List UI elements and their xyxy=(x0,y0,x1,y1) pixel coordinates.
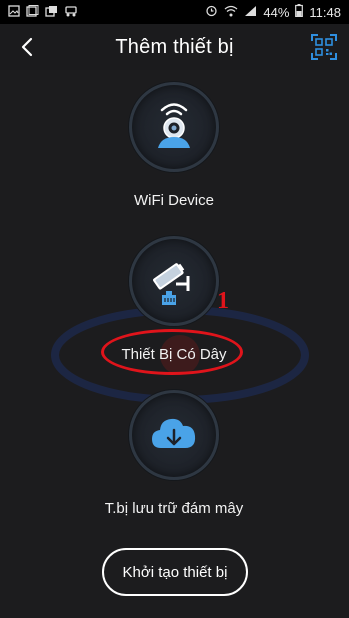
back-button[interactable] xyxy=(12,31,42,63)
option-circle xyxy=(129,390,219,480)
option-label: T.bị lưu trữ đám mây xyxy=(104,500,244,517)
wired-camera-icon xyxy=(153,263,190,305)
battery-icon xyxy=(295,4,304,20)
annotation-number: 1 xyxy=(217,288,229,314)
alarm-icon xyxy=(205,4,218,20)
qr-scan-icon xyxy=(311,34,337,60)
status-time: 11:48 xyxy=(309,4,341,20)
chevron-left-icon xyxy=(21,37,33,57)
status-bar: 44% 11:48 xyxy=(0,0,349,24)
status-left xyxy=(8,4,78,20)
option-cloud-storage[interactable]: T.bị lưu trữ đám mây xyxy=(74,390,274,517)
status-right: 44% 11:48 xyxy=(205,4,341,20)
signal-icon xyxy=(244,5,257,20)
option-wifi-device[interactable]: WiFi Device xyxy=(74,82,274,209)
option-circle xyxy=(129,236,219,326)
app-bar: Thêm thiết bị xyxy=(0,24,349,70)
main-content: WiFi Device Thiết Bị Có Dây T.bị lưu trữ… xyxy=(0,70,349,618)
option-circle xyxy=(129,82,219,172)
init-device-button[interactable]: Khởi tạo thiết bị xyxy=(102,548,248,596)
option-label: WiFi Device xyxy=(133,192,214,209)
image-icon xyxy=(8,4,20,20)
picture-icon xyxy=(26,4,39,20)
wifi-icon xyxy=(224,5,238,20)
battery-percent: 44% xyxy=(263,4,290,20)
wifi-camera-icon xyxy=(158,103,190,148)
qr-scan-button[interactable] xyxy=(311,34,337,60)
cloud-download-icon xyxy=(152,418,196,448)
page-title: Thêm thiết bị xyxy=(115,35,234,58)
gallery-icon xyxy=(45,5,58,20)
annotation-highlight xyxy=(101,329,243,375)
vehicle-icon xyxy=(64,5,78,20)
